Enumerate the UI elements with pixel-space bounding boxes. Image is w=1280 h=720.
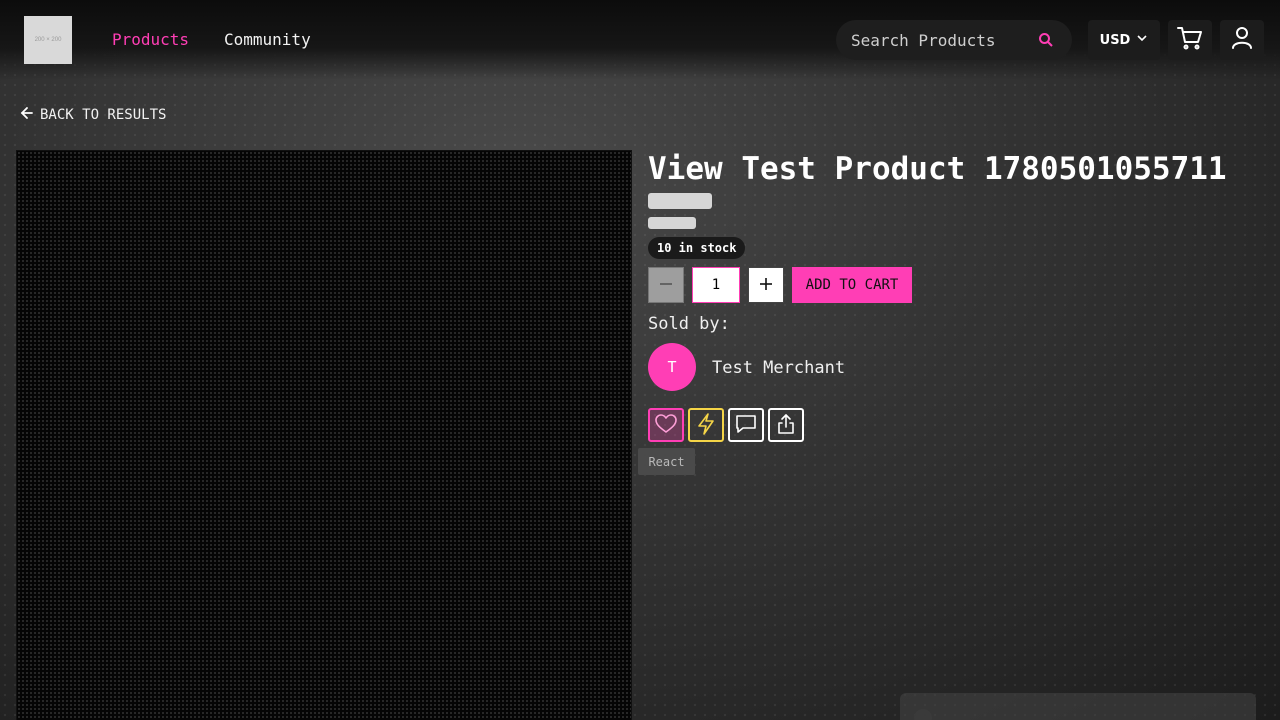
share-icon	[776, 413, 796, 438]
product-title: View Test Product 1780501055711	[648, 151, 1227, 187]
cart-button[interactable]	[1168, 20, 1212, 60]
account-button[interactable]	[1220, 20, 1264, 60]
stock-badge: 10 in stock	[648, 237, 746, 259]
plus-icon	[759, 277, 773, 294]
search-bar	[836, 20, 1072, 60]
react-tooltip: React	[638, 448, 695, 475]
currency-selector[interactable]: USD	[1088, 20, 1160, 60]
zap-icon	[697, 412, 715, 438]
price-skeleton	[648, 193, 712, 209]
arrow-left-icon	[20, 106, 34, 124]
sold-by-label: Sold by:	[648, 314, 730, 334]
cart-icon	[1177, 26, 1203, 54]
react-button[interactable]	[648, 408, 684, 442]
merchant-name-link[interactable]: Test Merchant	[712, 358, 845, 378]
panel-avatar	[914, 709, 932, 720]
nav-community[interactable]: Community	[224, 30, 311, 50]
add-to-cart-button[interactable]: ADD TO CART	[792, 267, 912, 303]
quantity-increase-button[interactable]	[748, 267, 784, 303]
search-icon[interactable]	[1038, 32, 1054, 48]
merchant-avatar[interactable]: T	[648, 343, 696, 391]
site-logo[interactable]: 200 × 200	[24, 16, 72, 64]
back-label: BACK TO RESULTS	[40, 107, 167, 123]
product-image[interactable]	[16, 150, 632, 720]
user-icon	[1231, 26, 1253, 54]
currency-label: USD	[1099, 32, 1131, 48]
site-header: 200 × 200 Products Community USD	[0, 0, 1280, 80]
quantity-input[interactable]	[692, 267, 740, 303]
minus-icon	[659, 277, 673, 294]
back-to-results-link[interactable]: BACK TO RESULTS	[20, 106, 166, 124]
search-input[interactable]	[851, 30, 1041, 50]
heart-icon	[655, 413, 677, 437]
zap-button[interactable]	[688, 408, 724, 442]
chevron-down-icon	[1136, 32, 1148, 48]
quantity-decrease-button[interactable]	[648, 267, 684, 303]
share-button[interactable]	[768, 408, 804, 442]
comment-button[interactable]	[728, 408, 764, 442]
comment-icon	[735, 414, 757, 437]
nav-products[interactable]: Products	[112, 30, 189, 50]
bottom-panel	[900, 693, 1256, 720]
subprice-skeleton	[648, 217, 696, 229]
